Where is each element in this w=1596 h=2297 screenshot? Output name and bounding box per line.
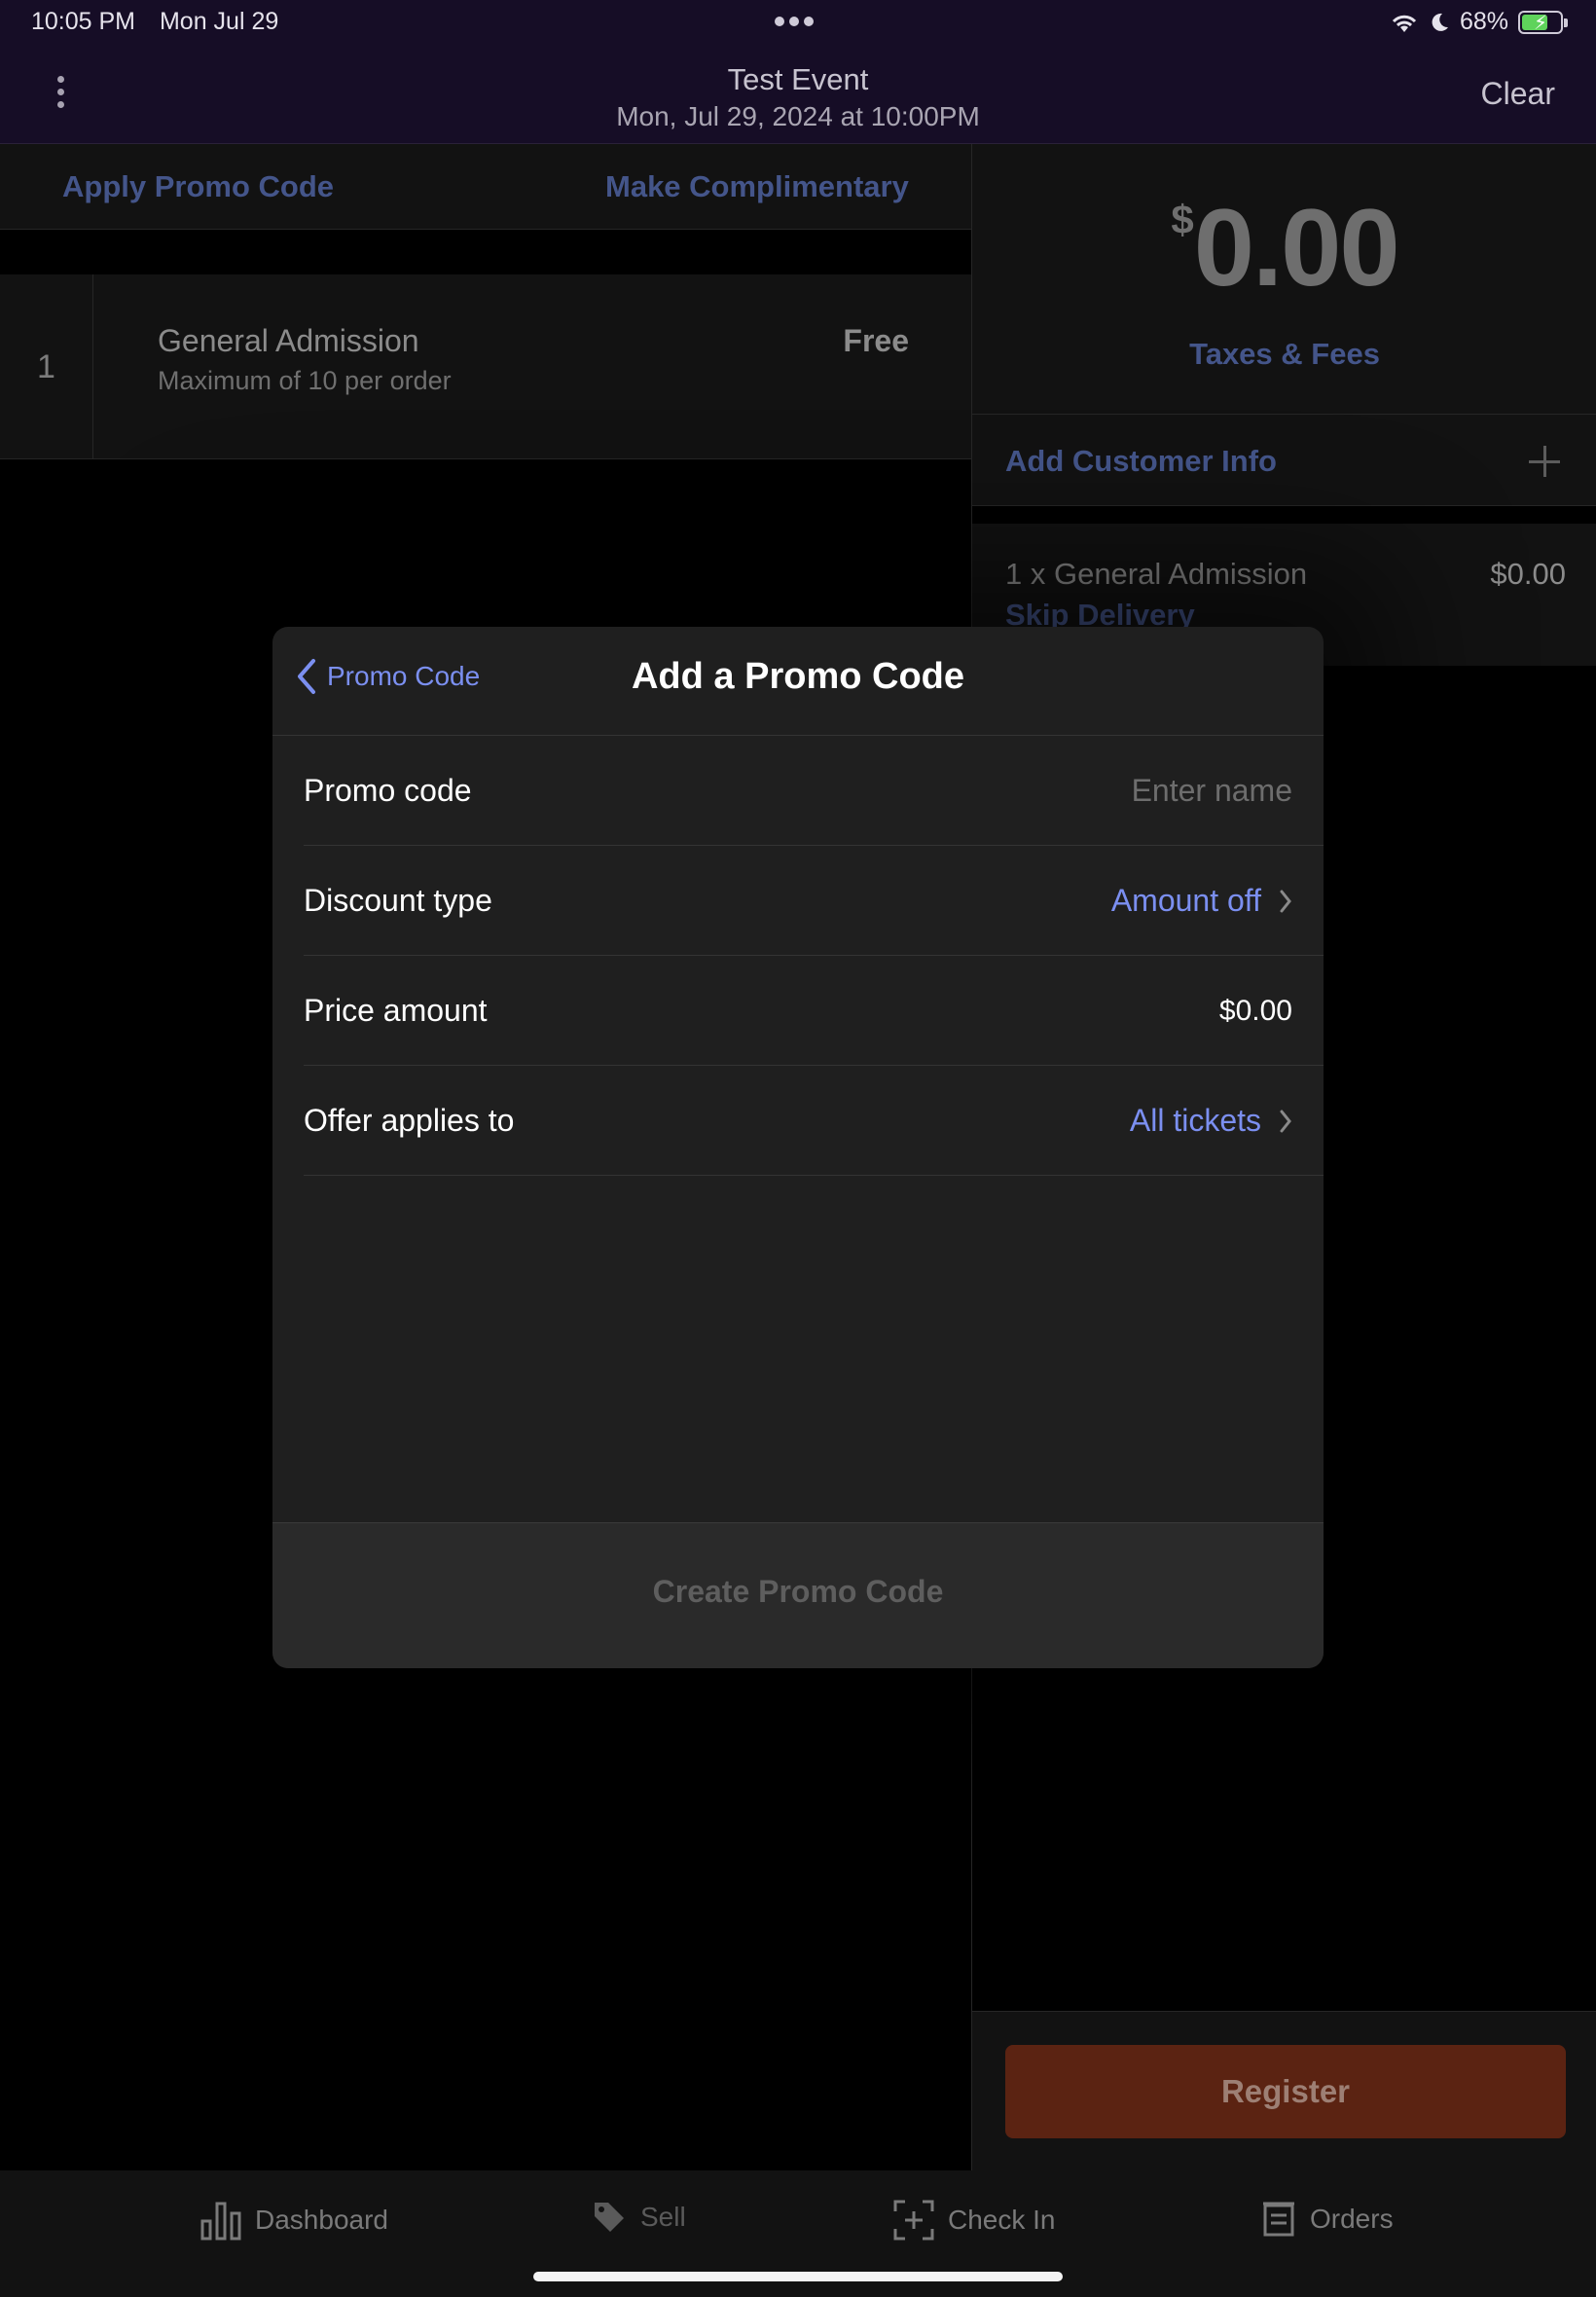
discount-type-value: Amount off xyxy=(1110,883,1261,918)
ticket-name: General Admission xyxy=(158,323,419,358)
tab-orders[interactable]: Orders xyxy=(1261,2200,1394,2239)
promo-code-label: Promo code xyxy=(304,773,472,808)
status-bar-left: 10:05 PM Mon Jul 29 xyxy=(31,8,296,36)
receipt-icon xyxy=(1263,2202,1294,2237)
dialog-header: Promo Code Add a Promo Code xyxy=(272,627,1324,736)
register-area: Register xyxy=(972,2011,1596,2170)
total-amount: 0.00 xyxy=(1193,187,1400,309)
discount-type-label: Discount type xyxy=(304,883,492,918)
home-indicator[interactable] xyxy=(533,2272,1063,2281)
taxes-fees-link[interactable]: Taxes & Fees xyxy=(972,337,1596,372)
cart-item-price: $0.00 xyxy=(1490,557,1566,591)
event-datetime: Mon, Jul 29, 2024 at 10:00PM xyxy=(616,101,980,131)
battery-icon: ⚡ xyxy=(1518,10,1568,34)
register-button[interactable]: Register xyxy=(1005,2045,1566,2138)
dialog-title: Add a Promo Code xyxy=(631,656,965,697)
battery-percent: 68% xyxy=(1459,8,1508,35)
ticket-actions: Apply Promo Code Make Complimentary xyxy=(0,144,971,230)
promo-code-row[interactable]: Promo code Enter name xyxy=(304,736,1324,846)
offer-applies-label: Offer applies to xyxy=(304,1103,515,1138)
bar-chart-icon xyxy=(200,2202,241,2241)
status-time: 10:05 PM xyxy=(31,8,136,35)
chevron-right-icon xyxy=(1280,890,1291,912)
event-title: Test Event xyxy=(727,62,869,96)
tab-sell-label: Sell xyxy=(640,2202,686,2232)
cart-item-label: 1 x General Admission xyxy=(1005,557,1308,591)
apply-promo-code-button[interactable]: Apply Promo Code xyxy=(62,169,334,204)
tab-dashboard-label: Dashboard xyxy=(255,2205,388,2235)
price-amount-label: Price amount xyxy=(304,993,488,1028)
ticket-limit: Maximum of 10 per order xyxy=(158,366,452,395)
add-customer-info-row[interactable]: Add Customer Info xyxy=(972,415,1596,506)
discount-type-row[interactable]: Discount type Amount off xyxy=(304,846,1324,956)
tag-icon xyxy=(595,2203,624,2232)
plus-icon[interactable] xyxy=(1529,446,1560,477)
tab-orders-label: Orders xyxy=(1310,2204,1394,2234)
offer-applies-row[interactable]: Offer applies to All tickets xyxy=(304,1066,1324,1176)
status-date: Mon Jul 29 xyxy=(159,8,279,35)
make-complimentary-button[interactable]: Make Complimentary xyxy=(605,169,909,204)
ticket-quantity[interactable]: 1 xyxy=(0,274,93,459)
scan-icon xyxy=(893,2200,934,2241)
offer-applies-selector[interactable]: All tickets xyxy=(1130,1103,1292,1139)
clear-button[interactable]: Clear xyxy=(1481,76,1555,112)
multitasking-dots-icon[interactable] xyxy=(775,14,821,29)
tab-check-in-label: Check In xyxy=(948,2205,1056,2235)
chevron-right-icon xyxy=(1280,1110,1291,1132)
ticket-row[interactable]: 1 General Admission Maximum of 10 per or… xyxy=(0,274,971,459)
add-customer-info-label: Add Customer Info xyxy=(1005,444,1277,478)
create-promo-code-button[interactable]: Create Promo Code xyxy=(272,1574,1324,1610)
discount-type-selector[interactable]: Amount off xyxy=(1111,883,1292,919)
wifi-icon xyxy=(1392,15,1417,32)
promo-code-input[interactable]: Enter name xyxy=(1132,773,1292,809)
price-amount-input[interactable]: $0.00 xyxy=(1219,995,1292,1028)
order-total-box: $0.00 Taxes & Fees xyxy=(972,144,1596,415)
ticket-price: Free xyxy=(843,323,909,358)
dialog-footer: Create Promo Code xyxy=(272,1522,1324,1668)
tab-sell[interactable]: Sell xyxy=(592,2200,686,2235)
tab-check-in[interactable]: Check In xyxy=(893,2200,1056,2241)
order-total: $0.00 xyxy=(972,185,1596,310)
add-promo-code-dialog: Promo Code Add a Promo Code Promo code E… xyxy=(272,627,1324,1668)
currency-symbol: $ xyxy=(1171,197,1194,242)
status-bar-right: 68% ⚡ xyxy=(1390,8,1568,36)
top-bar: 10:05 PM Mon Jul 29 68% ⚡ Test Event Mon… xyxy=(0,0,1596,144)
tab-dashboard[interactable]: Dashboard xyxy=(200,2200,388,2241)
offer-applies-value: All tickets xyxy=(1129,1103,1261,1138)
price-amount-row[interactable]: Price amount $0.00 xyxy=(304,956,1324,1066)
moon-icon xyxy=(1432,13,1448,31)
